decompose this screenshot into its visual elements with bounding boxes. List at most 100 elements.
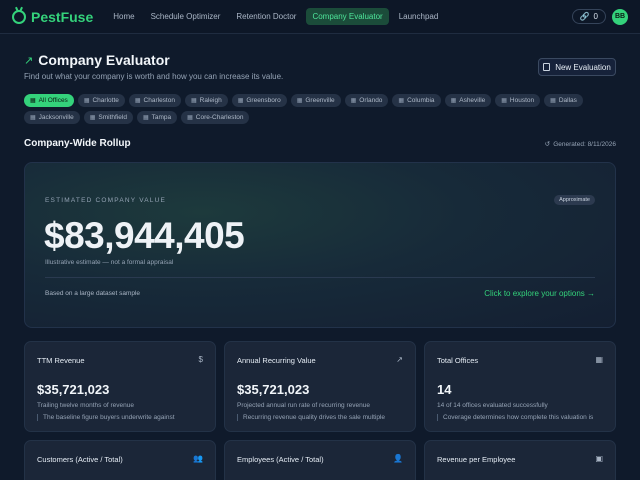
- new-evaluation-button[interactable]: New Evaluation: [538, 58, 616, 76]
- metric-card-revenue-per-employee: Revenue per Employee ▣: [424, 440, 616, 480]
- user-check-icon: 👤: [393, 454, 403, 463]
- office-chip-greensboro[interactable]: ▦ Greensboro: [231, 94, 287, 107]
- office-chip-raleigh[interactable]: ▦ Raleigh: [184, 94, 228, 107]
- office-chip-label: Houston: [509, 97, 535, 104]
- hero-divider: [45, 277, 595, 278]
- office-chip-label: Columbia: [407, 97, 435, 104]
- office-chip-charlotte[interactable]: ▦ Charlotte: [77, 94, 125, 107]
- office-chip-label: Greenville: [305, 97, 335, 104]
- brand-logo[interactable]: PestFuse: [12, 9, 93, 25]
- brand-name: PestFuse: [31, 8, 94, 25]
- approximate-badge: Approximate: [554, 195, 595, 205]
- building-icon: ▦: [501, 98, 507, 104]
- building-icon: ▦: [187, 115, 193, 121]
- card-value: $35,721,023: [37, 382, 110, 397]
- estimated-value-label: ESTIMATED COMPANY VALUE: [45, 197, 167, 204]
- history-icon: ↺: [544, 141, 551, 148]
- building-icon: ▦: [350, 98, 357, 104]
- building-icon: ▦: [398, 98, 405, 104]
- metric-card-customers: Customers (Active / Total) 👥: [24, 440, 216, 480]
- link-icon: 🔗: [579, 12, 590, 21]
- dollar-icon: $: [198, 355, 203, 364]
- office-chip-label: Charleston: [143, 97, 175, 104]
- building-icon: ▦: [595, 355, 603, 364]
- credits-count: 0: [593, 12, 598, 21]
- card-footnote: Recurring revenue quality drives the sal…: [237, 414, 385, 421]
- office-chip-tampa[interactable]: ▦ Tampa: [136, 111, 178, 124]
- building-icon: ▦: [83, 98, 90, 104]
- building-icon: ▦: [190, 98, 197, 104]
- office-chip-label: Greensboro: [246, 97, 281, 104]
- card-title: Revenue per Employee: [437, 455, 516, 464]
- office-chip-label: Orlando: [359, 97, 383, 104]
- office-chip-label: Jacksonville: [38, 114, 74, 121]
- building-icon: ▦: [89, 115, 96, 121]
- trend-up-icon: ↗: [24, 54, 34, 67]
- card-footnote: The baseline figure buyers underwrite ag…: [37, 414, 175, 421]
- building-icon: ▦: [30, 98, 36, 104]
- building-icon: ▦: [237, 98, 244, 104]
- office-chip-label: Raleigh: [199, 97, 222, 104]
- users-icon: 👥: [193, 454, 203, 463]
- card-title: TTM Revenue: [37, 356, 85, 365]
- office-chip-charleston[interactable]: ▦ Charleston: [128, 94, 181, 107]
- generated-timestamp: ↺ Generated: 8/11/2026: [544, 140, 616, 149]
- building-icon: ▦: [296, 98, 303, 104]
- card-value: $35,721,023: [237, 382, 310, 397]
- office-chip-asheville[interactable]: ▦ Asheville: [444, 94, 492, 107]
- nav-links: Home Schedule Optimizer Retention Doctor…: [107, 8, 444, 25]
- card-description: Trailing twelve months of revenue: [37, 402, 134, 409]
- card-title: Total Offices: [437, 356, 479, 365]
- page-subtitle: Find out what your company is worth and …: [24, 72, 284, 81]
- office-chip-columbia[interactable]: ▦ Columbia: [392, 94, 441, 107]
- card-description: Projected annual run rate of recurring r…: [237, 402, 370, 409]
- nav-link-company-evaluator[interactable]: Company Evaluator: [306, 8, 389, 25]
- estimate-basis: Based on a large dataset sample: [45, 290, 141, 297]
- generated-text: Generated: 8/11/2026: [553, 140, 616, 148]
- building-icon: ▦: [134, 98, 141, 104]
- nav-link-retention-doctor[interactable]: Retention Doctor: [230, 8, 302, 25]
- office-chip-label: Core-Charleston: [195, 114, 244, 121]
- office-chip-label: All Offices: [38, 97, 68, 104]
- metric-card-total-offices: Total Offices ▦ 14 14 of 14 offices eval…: [424, 341, 616, 432]
- user-avatar[interactable]: BB: [612, 8, 628, 25]
- card-title: Annual Recurring Value: [237, 356, 316, 365]
- office-chip-orlando[interactable]: ▦ Orlando: [344, 94, 389, 107]
- card-footnote: Coverage determines how complete this va…: [437, 414, 593, 421]
- rollup-title: Company-Wide Rollup: [24, 138, 131, 149]
- nav-link-schedule-optimizer[interactable]: Schedule Optimizer: [145, 8, 227, 25]
- building-icon: ▦: [550, 98, 556, 104]
- office-chip-all-offices[interactable]: ▦ All Offices: [24, 94, 74, 107]
- explore-options-link[interactable]: Click to explore your options →: [484, 289, 595, 298]
- office-chip-houston[interactable]: ▦ Houston: [495, 94, 541, 107]
- card-description: 14 of 14 offices evaluated successfully: [437, 402, 548, 409]
- office-chip-label: Dallas: [558, 97, 577, 104]
- office-chip-label: Smithfield: [98, 114, 127, 121]
- top-navbar: PestFuse Home Schedule Optimizer Retenti…: [0, 0, 640, 34]
- office-chip-core-charleston[interactable]: ▦ Core-Charleston: [181, 111, 250, 124]
- metric-card-annual-recurring-value: Annual Recurring Value ↗ $35,721,023 Pro…: [224, 341, 416, 432]
- card-title: Customers (Active / Total): [37, 455, 123, 464]
- page-title: Company Evaluator: [38, 52, 170, 68]
- office-chip-dallas[interactable]: ▦ Dallas: [544, 94, 583, 107]
- metric-card-ttm-revenue: TTM Revenue $ $35,721,023 Trailing twelv…: [24, 341, 216, 432]
- building-icon: ▦: [450, 98, 457, 104]
- office-chip-jacksonville[interactable]: ▦ Jacksonville: [24, 111, 80, 124]
- card-value: 14: [437, 382, 452, 397]
- new-evaluation-label: New Evaluation: [555, 62, 611, 72]
- building-icon: ▦: [142, 115, 149, 121]
- credits-badge[interactable]: 🔗 0: [571, 9, 606, 24]
- briefcase-icon: ▣: [595, 454, 603, 463]
- office-chip-label: Charlotte: [92, 97, 119, 104]
- office-chip-greenville[interactable]: ▦ Greenville: [290, 94, 341, 107]
- card-title: Employees (Active / Total): [237, 455, 324, 464]
- estimated-value: $83,944,405: [44, 215, 245, 256]
- nav-link-home[interactable]: Home: [107, 8, 140, 25]
- document-icon: [543, 63, 551, 71]
- office-chip-smithfield[interactable]: ▦ Smithfield: [83, 111, 133, 124]
- nav-link-launchpad[interactable]: Launchpad: [393, 8, 445, 25]
- estimated-value-card[interactable]: ESTIMATED COMPANY VALUE Approximate $83,…: [24, 162, 616, 328]
- office-filter-chips: ▦ All Offices ▦ Charlotte ▦ Charleston ▦ Ral…: [24, 94, 604, 124]
- office-chip-label: Tampa: [151, 114, 172, 121]
- office-chip-label: Asheville: [459, 97, 486, 104]
